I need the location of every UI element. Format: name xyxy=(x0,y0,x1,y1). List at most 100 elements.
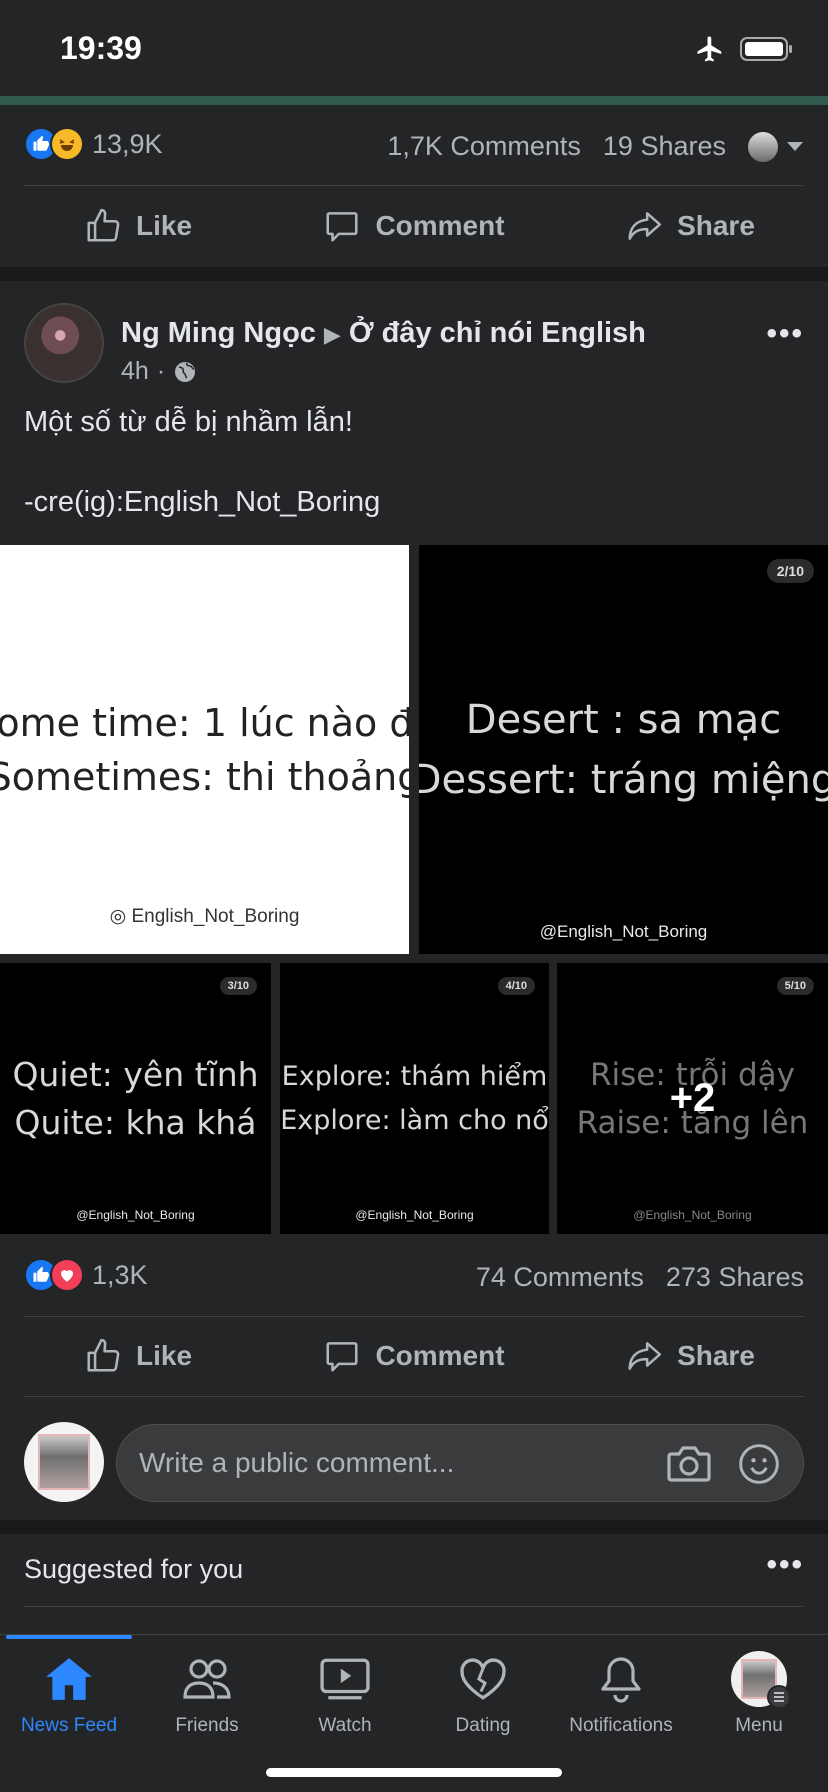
post-actions: Like Comment Share xyxy=(0,1316,828,1396)
post-options-button[interactable]: ••• xyxy=(766,317,804,351)
comment-composer xyxy=(0,1412,828,1512)
previous-post-counts: 1,7K Comments 19 Shares xyxy=(387,131,804,162)
photo-text: Quiet: yên tĩnh xyxy=(12,1054,259,1094)
photo-text: Dessert: tráng miệng xyxy=(419,756,828,803)
comment-input-wrapper xyxy=(116,1424,804,1502)
group-name[interactable]: Ở đây chỉ nói English xyxy=(349,317,646,349)
post-meta: 4h · xyxy=(121,357,197,386)
photo-text: Some time: 1 lúc nào đó xyxy=(0,700,409,745)
comment-button[interactable]: Comment xyxy=(276,1316,552,1396)
reactor-avatar-selector[interactable] xyxy=(748,131,804,162)
battery-icon xyxy=(740,37,792,61)
author-name[interactable]: Ng Ming Ngọc xyxy=(121,317,316,349)
like-button[interactable]: Like xyxy=(0,1316,276,1396)
home-indicator[interactable] xyxy=(266,1768,562,1777)
tab-label: News Feed xyxy=(20,1715,118,1736)
post-reactions[interactable]: 1,3K xyxy=(24,1258,148,1292)
photo-credit: @English_Not_Boring xyxy=(539,922,708,941)
comment-button[interactable]: Comment xyxy=(276,185,552,267)
share-label: Share xyxy=(677,210,755,241)
post-photo-4[interactable]: 4/10 Explore: thám hiểm Explore: làm cho… xyxy=(280,963,549,1234)
comment-label: Comment xyxy=(375,210,505,241)
tab-menu[interactable]: Menu xyxy=(690,1649,828,1737)
comment-icon xyxy=(326,1342,358,1372)
post-reaction-count: 1,3K xyxy=(92,1259,148,1290)
emoji-icon[interactable] xyxy=(737,1442,781,1486)
post-photo-5-more[interactable]: 5/10 Rise: trỗi dậy Raise: tăng lên @Eng… xyxy=(557,963,828,1234)
photo-index-badge: 4/10 xyxy=(497,977,535,995)
author-avatar[interactable] xyxy=(24,303,104,383)
tab-friends[interactable]: Friends xyxy=(138,1649,276,1737)
previous-post-actions: Like Comment Share xyxy=(0,185,828,267)
bell-icon xyxy=(601,1657,641,1703)
previous-post-comments-count[interactable]: 1,7K Comments xyxy=(387,131,581,162)
like-button[interactable]: Like xyxy=(0,185,276,267)
tab-watch[interactable]: Watch xyxy=(276,1649,414,1737)
arrow-right-icon: ▶ xyxy=(323,322,341,347)
suggested-options-button[interactable]: ••• xyxy=(766,1548,804,1582)
tab-label: Dating xyxy=(455,1715,511,1736)
photo-text: Desert : sa mạc xyxy=(465,696,782,743)
photo-credit: @English_Not_Boring xyxy=(355,1208,474,1222)
like-label: Like xyxy=(135,1340,193,1371)
previous-post-shares-count[interactable]: 19 Shares xyxy=(603,131,726,162)
progress-strip xyxy=(0,96,828,105)
post-shares-count[interactable]: 273 Shares xyxy=(666,1262,804,1293)
reactor-avatar xyxy=(748,131,778,162)
user-avatar[interactable] xyxy=(24,1422,104,1502)
suggested-section: Suggested for you ••• xyxy=(0,1534,828,1604)
tab-news-feed[interactable]: News Feed xyxy=(0,1649,138,1737)
photo-text: Explore: làm cho nổ xyxy=(280,1104,549,1136)
like-icon xyxy=(87,1338,120,1372)
tab-label: Notifications xyxy=(569,1715,673,1736)
status-time: 19:39 xyxy=(60,30,142,66)
photo-index-badge: 2/10 xyxy=(766,559,814,583)
tab-label: Friends xyxy=(175,1715,239,1736)
dating-icon xyxy=(460,1658,506,1700)
post-comments-count[interactable]: 74 Comments xyxy=(476,1262,644,1293)
home-icon xyxy=(46,1658,92,1700)
share-icon xyxy=(628,1342,662,1370)
share-button[interactable]: Share xyxy=(552,185,828,267)
previous-post-reactions[interactable]: 13,9K xyxy=(24,127,163,161)
more-photos-count: +2 xyxy=(669,1076,716,1120)
friends-icon xyxy=(183,1659,231,1699)
post-photo-3[interactable]: 3/10 Quiet: yên tĩnh Quite: kha khá @Eng… xyxy=(0,963,271,1234)
airplane-icon xyxy=(697,36,722,62)
status-icons xyxy=(694,34,794,64)
share-button[interactable]: Share xyxy=(552,1316,828,1396)
share-icon xyxy=(628,212,662,240)
photo-index-badge: 3/10 xyxy=(219,977,257,995)
status-bar: 19:39 xyxy=(0,0,828,96)
comment-input[interactable] xyxy=(139,1425,659,1501)
love-reaction-icon xyxy=(50,1258,84,1292)
post-photo-2[interactable]: 2/10 Desert : sa mạc Dessert: tráng miện… xyxy=(419,545,828,954)
menu-lines-icon xyxy=(767,1685,791,1709)
post-author-line: Ng Ming Ngọc ▶ Ở đây chỉ nói English xyxy=(121,317,646,350)
camera-icon[interactable] xyxy=(665,1442,713,1486)
globe-icon xyxy=(175,361,196,382)
comment-label: Comment xyxy=(375,1340,505,1371)
like-label: Like xyxy=(135,210,193,241)
post-counts: 74 Comments 273 Shares xyxy=(476,1262,804,1293)
tab-notifications[interactable]: Notifications xyxy=(552,1649,690,1737)
share-label: Share xyxy=(677,1340,755,1371)
tab-label: Watch xyxy=(318,1715,372,1736)
suggested-title: Suggested for you xyxy=(24,1554,244,1584)
post-header: Ng Ming Ngọc ▶ Ở đây chỉ nói English 4h · … xyxy=(24,303,804,393)
tab-dating[interactable]: Dating xyxy=(414,1649,552,1737)
photo-credit: ◎ English_Not_Boring xyxy=(109,906,300,927)
post-time[interactable]: 4h xyxy=(121,357,149,386)
active-tab-indicator xyxy=(6,1635,132,1639)
instagram-icon: ◎ xyxy=(109,906,127,927)
chevron-down-icon xyxy=(787,141,803,151)
post-text-line: Một số từ dễ bị nhầm lẫn! xyxy=(24,406,353,438)
photo-text: Sometimes: thi thoảng xyxy=(0,754,409,799)
haha-reaction-icon xyxy=(50,127,84,161)
previous-post-reaction-count: 13,9K xyxy=(92,128,163,159)
photo-text: Explore: thám hiểm xyxy=(281,1060,548,1092)
post-photo-1[interactable]: Some time: 1 lúc nào đó Sometimes: thi t… xyxy=(0,545,409,954)
post-text: Một số từ dễ bị nhầm lẫn! -cre(ig):Engli… xyxy=(24,402,380,522)
photo-credit: @English_Not_Boring xyxy=(76,1208,195,1222)
tab-label: Menu xyxy=(735,1715,783,1736)
